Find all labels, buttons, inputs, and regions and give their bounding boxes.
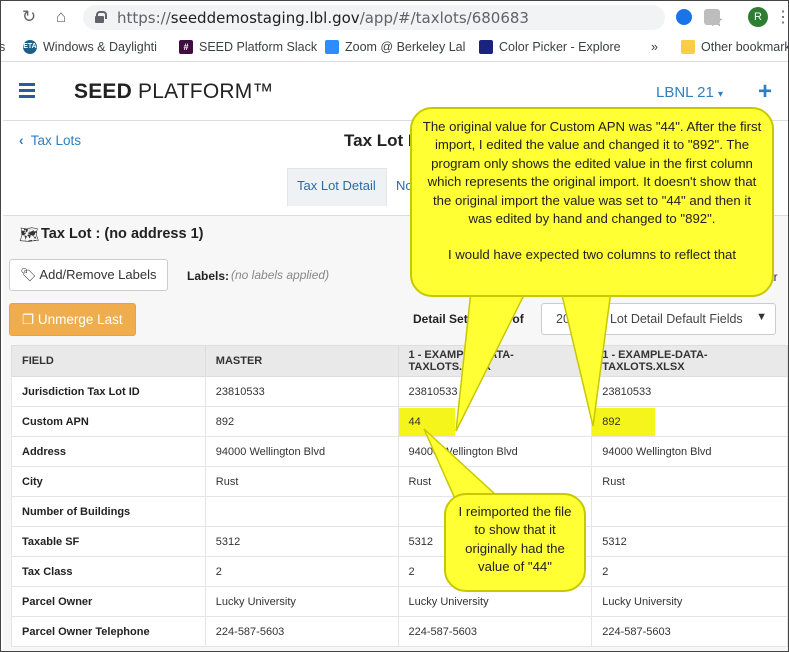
bookmark-color-picker[interactable]: Color Picker - Explore (479, 40, 621, 54)
chevron-left-icon: ‹ (19, 133, 24, 148)
field-name-cell: Tax Class (11, 556, 206, 587)
value-cell[interactable]: 892 (204, 406, 399, 437)
field-name-cell: Number of Buildings (11, 496, 206, 527)
field-name-cell: Jurisdiction Tax Lot ID (11, 376, 206, 407)
column-header-import-1[interactable]: 1 - EXAMPLE-DATA-TAXLOTS.XLSX (397, 345, 593, 377)
highlighted-value: 44 (399, 407, 455, 436)
pdf-extension-icon[interactable] (704, 9, 720, 25)
value-cell[interactable]: 94000 Wellington Blvd (397, 436, 593, 467)
browser-menu-icon[interactable]: ⋮ (775, 7, 788, 27)
table-row: Parcel Owner Telephone 224-587-5603 224-58… (11, 616, 788, 647)
folder-icon (681, 40, 695, 54)
color-picker-icon (479, 40, 493, 54)
value-cell[interactable]: Rust (397, 466, 593, 497)
value-cell[interactable]: Rust (204, 466, 399, 497)
detail-settings-select[interactable]: 2016 Tax Lot Detail Default Fields ▼ (541, 303, 776, 335)
tab-tax-lot-detail-label[interactable]: Tax Lot Detail (297, 178, 376, 193)
value-cell[interactable]: 224-587-5603 (397, 616, 593, 647)
column-header-master[interactable]: MASTER (204, 345, 399, 377)
value-cell[interactable]: 23810533 (397, 376, 593, 407)
url-text: https://seeddemostaging.lbl.gov/app/#/ta… (117, 9, 529, 27)
table-row: Custom APN 892 44 892 (11, 406, 788, 437)
value-cell[interactable]: 23810533 (591, 376, 788, 407)
value-cell[interactable]: 44 (397, 406, 593, 437)
browser-toolbar: ↻ ⌂ https://seeddemostaging.lbl.gov/app/… (1, 1, 788, 34)
home-icon[interactable]: ⌂ (51, 7, 71, 27)
annotation-callout-top: The original value for Custom APN was "4… (410, 107, 774, 297)
section-title: Tax Lot : (no address 1) (41, 226, 204, 242)
unlink-icon: ❐ (22, 312, 35, 327)
address-bar[interactable]: https://seeddemostaging.lbl.gov/app/#/ta… (83, 5, 723, 30)
caret-down-icon: ▼ (756, 311, 767, 323)
bookmark-partial[interactable]: s (1, 40, 5, 54)
screenshot-frame: ↻ ⌂ https://seeddemostaging.lbl.gov/app/… (0, 0, 789, 652)
value-cell[interactable]: 224-587-5603 (204, 616, 399, 647)
bookmarks-overflow[interactable]: » (651, 40, 658, 54)
value-cell[interactable]: 94000 Wellington Blvd (591, 436, 788, 467)
eta-icon: ETA (23, 40, 37, 54)
add-icon[interactable]: + (758, 78, 772, 106)
labels-value: (no labels applied) (231, 268, 330, 282)
column-header-field[interactable]: FIELD (11, 345, 206, 377)
table-row: Tax Class 2 2 2 (11, 556, 788, 587)
tag-icon: 🏷 (20, 267, 37, 282)
value-cell[interactable] (591, 496, 788, 527)
field-name-cell: City (11, 466, 206, 497)
annotation-callout-bottom: I reimported the file to show that it or… (444, 493, 586, 592)
field-name-cell: Address (11, 436, 206, 467)
value-cell[interactable]: 224-587-5603 (591, 616, 788, 647)
annotation-text-top-2: I would have expected two columns to ref… (447, 247, 737, 263)
table-row: Number of Buildings (11, 496, 788, 527)
table-row: Taxable SF 5312 5312 5312 (11, 526, 788, 557)
value-cell[interactable]: 2 (591, 556, 788, 587)
bookmark-seed-slack[interactable]: # SEED Platform Slack (179, 40, 317, 54)
value-cell[interactable]: 5312 (591, 526, 788, 557)
table-row: Address 94000 Wellington Blvd 94000 Wellin… (11, 436, 788, 467)
highlighted-value: 892 (592, 407, 655, 436)
value-cell[interactable]: 94000 Wellington Blvd (204, 436, 399, 467)
hamburger-menu-icon[interactable] (19, 83, 35, 98)
value-cell[interactable]: 23810533 (204, 376, 399, 407)
page-title: Tax Lot D (344, 131, 421, 150)
zoom-icon (325, 40, 339, 54)
column-header-import-2[interactable]: 1 - EXAMPLE-DATA-TAXLOTS.XLSX (591, 345, 788, 377)
annotation-text-top: The original value for Custom APN was "4… (422, 119, 762, 227)
table-row: City Rust Rust Rust (11, 466, 788, 497)
brand-logo[interactable]: SEED PLATFORM™ (74, 80, 274, 104)
value-cell[interactable]: Lucky University (591, 586, 788, 617)
bookmark-windows-daylighting[interactable]: ETA Windows & Daylighti (23, 40, 157, 54)
field-name-cell: Custom APN (11, 406, 206, 437)
caret-down-icon: ▾ (718, 89, 724, 100)
table-row: Parcel Owner Lucky University Lucky Univer… (11, 586, 788, 617)
field-name-cell: Taxable SF (11, 526, 206, 557)
value-cell[interactable] (204, 496, 399, 527)
zoom-extension-icon[interactable] (676, 9, 692, 25)
table-body: Jurisdiction Tax Lot ID 23810533 23810533 2… (11, 376, 788, 647)
bookmark-zoom-berkeley[interactable]: Zoom @ Berkeley Lal (325, 40, 465, 54)
organization-dropdown[interactable]: LBNL 21 ▾ (656, 84, 723, 101)
add-remove-labels-button[interactable]: 🏷 Add/Remove Labels (9, 259, 168, 291)
value-cell[interactable]: 5312 (204, 526, 399, 557)
slack-icon: # (179, 40, 193, 54)
tax-lot-detail-table: FIELD MASTER 1 - EXAMPLE-DATA-TAXLOTS.XL… (11, 345, 788, 647)
field-name-cell: Parcel Owner Telephone (11, 616, 206, 647)
detail-settings-label: Detail Settings Prof (413, 312, 524, 326)
value-cell[interactable]: 2 (204, 556, 399, 587)
bookmarks-bar: s ETAWindows & Daylighti #SEED Platform … (1, 34, 788, 62)
profile-avatar[interactable]: R (748, 7, 768, 27)
value-cell[interactable]: Rust (591, 466, 788, 497)
map-icon: 🗺 (19, 227, 40, 244)
table-header-row: FIELD MASTER 1 - EXAMPLE-DATA-TAXLOTS.XL… (11, 345, 788, 377)
back-to-tax-lots-link[interactable]: ‹ Tax Lots (19, 133, 81, 148)
field-name-cell: Parcel Owner (11, 586, 206, 617)
table-row: Jurisdiction Tax Lot ID 23810533 23810533 2… (11, 376, 788, 407)
lock-icon (95, 11, 107, 23)
reload-icon[interactable]: ↻ (19, 7, 39, 27)
unmerge-last-button[interactable]: ❐ Unmerge Last (9, 303, 136, 336)
other-bookmarks[interactable]: Other bookmark (681, 40, 788, 54)
labels-caption: Labels: (187, 269, 230, 283)
value-cell[interactable]: 892 (591, 406, 788, 437)
value-cell[interactable]: Lucky University (204, 586, 399, 617)
